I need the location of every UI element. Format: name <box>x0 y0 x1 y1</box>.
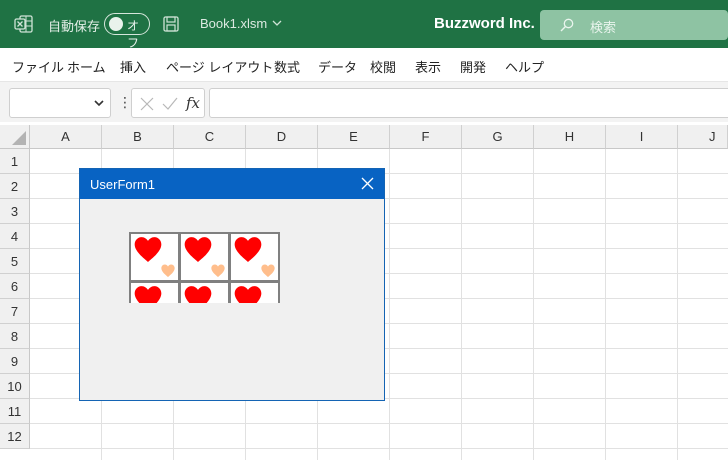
workbook-name[interactable]: Book1.xlsm <box>200 16 267 31</box>
formula-buttons: fx <box>131 88 205 118</box>
tab-insert[interactable]: 挿入 <box>120 57 146 76</box>
close-icon[interactable] <box>361 177 374 190</box>
row-header-2[interactable]: 2 <box>0 174 30 199</box>
gridline <box>389 149 390 460</box>
heart-icon <box>134 237 162 262</box>
small-heart-icon <box>211 264 225 277</box>
select-all-triangle <box>12 131 26 145</box>
excel-logo-icon <box>14 15 33 33</box>
title-bar: 自動保存 オフ Book1.xlsm Buzzword Inc. 検索 <box>0 0 728 50</box>
small-heart-icon <box>161 264 175 277</box>
row-header-9[interactable]: 9 <box>0 349 30 374</box>
autosave-label: 自動保存 <box>48 19 101 34</box>
row-header-6[interactable]: 6 <box>0 274 30 299</box>
gridline <box>30 423 728 424</box>
column-header-f[interactable]: F <box>390 125 462 149</box>
userform-titlebar[interactable]: UserForm1 <box>80 169 384 199</box>
column-header-i[interactable]: I <box>606 125 678 149</box>
heart-image-tile <box>131 283 178 303</box>
heart-icon <box>134 286 162 303</box>
select-all-button[interactable] <box>0 125 30 149</box>
more-options-icon[interactable]: ⋮ <box>118 95 132 109</box>
save-icon[interactable] <box>162 15 180 33</box>
column-header-c[interactable]: C <box>174 125 246 149</box>
gridline <box>605 149 606 460</box>
image-grid <box>129 232 280 303</box>
autosave-toggle[interactable]: オフ <box>104 13 150 50</box>
row-header-11[interactable]: 11 <box>0 399 30 424</box>
tab-review[interactable]: 校閲 <box>370 57 396 76</box>
formula-input[interactable] <box>209 88 728 118</box>
name-box[interactable] <box>9 88 111 118</box>
tab-data[interactable]: データ <box>318 57 357 76</box>
gridline <box>461 149 462 460</box>
heart-image-tile <box>231 283 278 303</box>
heart-image-tile <box>181 283 228 303</box>
row-header-10[interactable]: 10 <box>0 374 30 399</box>
heart-image-tile <box>231 234 278 280</box>
column-header-b[interactable]: B <box>102 125 174 149</box>
column-header-e[interactable]: E <box>318 125 390 149</box>
column-header-j[interactable]: J <box>678 125 728 149</box>
search-box[interactable]: 検索 <box>540 10 728 40</box>
heart-icon <box>234 286 262 303</box>
company-name: Buzzword Inc. <box>434 15 535 32</box>
tab-help[interactable]: ヘルプ <box>505 57 544 76</box>
heart-icon <box>184 237 212 262</box>
userform-window[interactable]: UserForm1 <box>79 168 385 401</box>
column-header-a[interactable]: A <box>30 125 102 149</box>
small-heart-icon <box>261 264 275 277</box>
gridline <box>533 149 534 460</box>
column-header-d[interactable]: D <box>246 125 318 149</box>
row-header-3[interactable]: 3 <box>0 199 30 224</box>
userform-title: UserForm1 <box>90 177 156 192</box>
tab-home[interactable]: ホーム <box>67 57 106 76</box>
chevron-down-icon[interactable] <box>94 99 104 107</box>
cancel-icon[interactable] <box>140 97 154 111</box>
heart-image-tile <box>131 234 178 280</box>
tab-developer[interactable]: 開発 <box>460 57 486 76</box>
tab-page-layout[interactable]: ページ レイアウト <box>166 57 273 76</box>
ribbon-tabs: ファイル ホーム 挿入 ページ レイアウト 数式 データ 校閲 表示 開発 ヘル… <box>0 48 728 82</box>
checkmark-icon[interactable] <box>162 97 178 111</box>
formula-bar: ⋮ fx <box>0 82 728 122</box>
toggle-knob <box>109 17 123 31</box>
chevron-down-icon[interactable] <box>272 19 282 27</box>
heart-icon <box>234 237 262 262</box>
insert-function-icon[interactable]: fx <box>186 94 200 112</box>
row-header-1[interactable]: 1 <box>0 149 30 174</box>
heart-icon <box>184 286 212 303</box>
row-header-5[interactable]: 5 <box>0 249 30 274</box>
column-header-g[interactable]: G <box>462 125 534 149</box>
row-header-12[interactable]: 12 <box>0 424 30 449</box>
tab-file[interactable]: ファイル <box>12 57 64 76</box>
row-header-8[interactable]: 8 <box>0 324 30 349</box>
gridline <box>677 149 678 460</box>
search-icon <box>560 18 574 32</box>
autosave-state: オフ <box>127 19 140 50</box>
gridline <box>30 448 728 449</box>
row-header-4[interactable]: 4 <box>0 224 30 249</box>
heart-image-tile <box>181 234 228 280</box>
search-placeholder: 検索 <box>590 20 617 35</box>
tab-formulas[interactable]: 数式 <box>274 57 300 76</box>
column-header-h[interactable]: H <box>534 125 606 149</box>
tab-view[interactable]: 表示 <box>415 57 441 76</box>
row-header-7[interactable]: 7 <box>0 299 30 324</box>
